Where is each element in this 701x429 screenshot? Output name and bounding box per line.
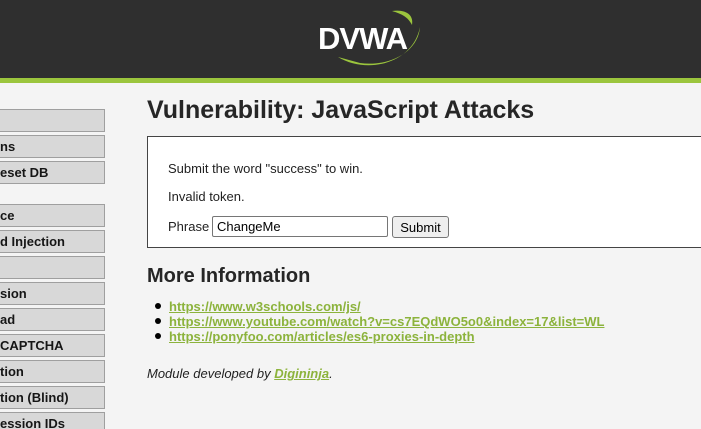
bullet-icon [155,333,161,339]
page-title: Vulnerability: JavaScript Attacks [147,96,535,124]
list-item: https://www.youtube.com/watch?v=cs7EQdWO… [155,314,604,329]
author-link[interactable]: Digininja [274,366,329,381]
sidebar-item-command-injection[interactable]: d Injection [0,230,105,253]
bullet-icon [155,303,161,309]
module-credit: Module developed by Digininja. [147,366,333,381]
list-item: https://www.w3schools.com/js/ [155,299,604,314]
bullet-icon [155,318,161,324]
phrase-input[interactable] [212,216,388,237]
sidebar-item-file-inclusion[interactable]: sion [0,282,105,305]
status-message: Invalid token. [168,189,245,204]
sidebar-menu: ns eset DB ce d Injection sion ad CAPTCH… [0,83,110,429]
submit-button[interactable]: Submit [392,216,449,238]
sidebar-item[interactable] [0,256,105,279]
reference-link-youtube[interactable]: https://www.youtube.com/watch?v=cs7EQdWO… [169,314,604,329]
dvwa-logo: DVWA [318,10,420,66]
instruction-text: Submit the word "success" to win. [168,161,363,176]
sidebar-item-sql-injection-blind[interactable]: tion (Blind) [0,386,105,409]
sidebar-item[interactable]: ns [0,135,105,158]
list-item: https://ponyfoo.com/articles/es6-proxies… [155,329,604,344]
sidebar-item[interactable] [0,109,105,132]
more-information-heading: More Information [147,265,311,287]
sidebar-item-weak-session-ids[interactable]: ession IDs [0,412,105,429]
sidebar-item-reset-db[interactable]: eset DB [0,161,105,184]
vulnerable-code-area: Submit the word "success" to win. Invali… [147,136,701,248]
sidebar-item-file-upload[interactable]: ad [0,308,105,331]
credit-suffix: . [329,366,333,381]
reference-link-ponyfoo[interactable]: https://ponyfoo.com/articles/es6-proxies… [169,329,475,344]
sidebar-item-insecure-captcha[interactable]: CAPTCHA [0,334,105,357]
sidebar-item[interactable]: ce [0,204,105,227]
phrase-label: Phrase [168,219,210,234]
reference-links-list: https://www.w3schools.com/js/ https://ww… [155,299,604,344]
sidebar-item-sql-injection[interactable]: tion [0,360,105,383]
reference-link-w3schools[interactable]: https://www.w3schools.com/js/ [169,299,361,314]
dvwa-logo-text: DVWA [318,21,408,56]
header-banner: DVWA [0,0,701,78]
credit-prefix: Module developed by [147,366,275,381]
